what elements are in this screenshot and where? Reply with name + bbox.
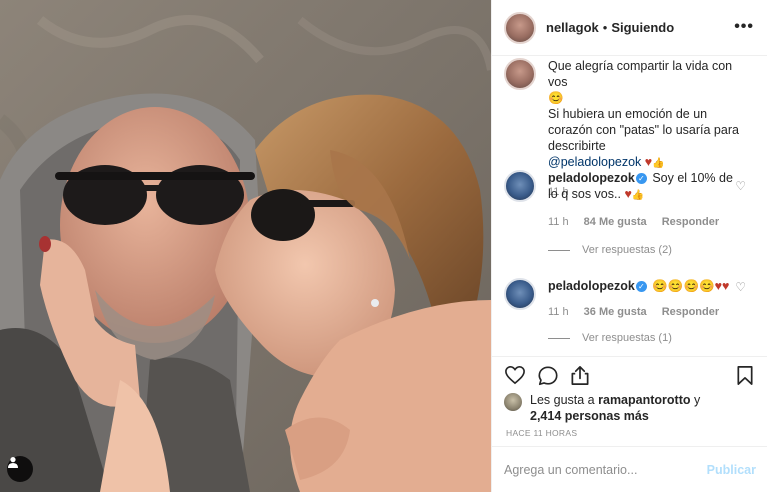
caption-line-1: Que alegría compartir la vida con vos bbox=[548, 59, 733, 89]
comment-2-view-replies-label[interactable]: Ver respuestas (1) bbox=[582, 332, 672, 344]
comment-1-avatar[interactable] bbox=[504, 170, 536, 202]
comment-1-heart-emoji: ♥ bbox=[624, 187, 632, 201]
liker-avatar[interactable] bbox=[504, 393, 522, 411]
user-tag-icon bbox=[8, 457, 18, 468]
publish-button[interactable]: Publicar bbox=[707, 463, 756, 477]
comment-1-thumbs-emoji: 👍 bbox=[631, 190, 645, 201]
bookmark-icon[interactable] bbox=[736, 365, 754, 386]
post-header: nellagok • Siguiendo ••• bbox=[492, 0, 767, 56]
comment-2-body: peladolopezok ✓ 😊😊😊😊♥♥ 11 h 36 Me gusta R… bbox=[548, 278, 738, 320]
more-options-icon[interactable]: ••• bbox=[734, 18, 754, 36]
separator-dot: • bbox=[602, 20, 608, 35]
replies-divider bbox=[548, 249, 570, 251]
likes-summary: Les gusta a ramapantorotto y 2,414 perso… bbox=[504, 392, 700, 424]
comment-1-body: peladolopezok ✓ Soy el 10% de lo q sos vo… bbox=[548, 170, 738, 230]
comment-1-reply-button[interactable]: Responder bbox=[662, 216, 719, 228]
likes-count[interactable]: 2,414 personas más bbox=[530, 409, 649, 423]
likes-connector: y bbox=[693, 393, 701, 407]
comment-2-meta: 11 h 36 Me gusta Responder bbox=[548, 304, 738, 320]
verified-badge-icon: ✓ bbox=[635, 281, 647, 292]
post-sidebar: nellagok • Siguiendo ••• Que alegría com… bbox=[491, 0, 767, 492]
post-timestamp: HACE 11 HORAS bbox=[506, 428, 578, 438]
comment-1-view-replies[interactable]: Ver respuestas (2) bbox=[548, 244, 672, 256]
comment-2-reply-button[interactable]: Responder bbox=[662, 306, 719, 318]
comment-2-heart-emoji: ♥♥ bbox=[714, 279, 730, 293]
comment-2-likes[interactable]: 36 Me gusta bbox=[584, 306, 647, 318]
comment-2-username[interactable]: peladolopezok bbox=[548, 279, 635, 293]
user-tag-button[interactable] bbox=[7, 456, 33, 482]
photo-illustration bbox=[0, 0, 491, 492]
caption-line-2: Si hubiera un emoción de un corazón con … bbox=[548, 107, 739, 153]
comment-input[interactable] bbox=[504, 462, 707, 477]
comment-icon[interactable] bbox=[537, 365, 559, 387]
likes-prefix: Les gusta a bbox=[530, 393, 595, 407]
caption-emoji-1: 😊 bbox=[548, 91, 564, 105]
post-photo[interactable] bbox=[0, 0, 491, 492]
comment-1-view-replies-label[interactable]: Ver respuestas (2) bbox=[582, 244, 672, 256]
likes-text: Les gusta a ramapantorotto y 2,414 perso… bbox=[530, 392, 700, 424]
author-avatar[interactable] bbox=[504, 11, 536, 44]
author-username[interactable]: nellagok bbox=[546, 20, 599, 35]
comment-1: peladolopezok ✓ Soy el 10% de lo q sos vo… bbox=[504, 170, 738, 230]
liker-username[interactable]: ramapantorotto bbox=[598, 393, 690, 407]
comment-1-meta: 11 h 84 Me gusta Responder bbox=[548, 214, 738, 230]
comment-1-username[interactable]: peladolopezok bbox=[548, 171, 635, 185]
comment-2-avatar[interactable] bbox=[504, 278, 536, 310]
comments-list[interactable]: Que alegría compartir la vida con vos 😊 … bbox=[492, 56, 767, 356]
follow-status-button[interactable]: Siguiendo bbox=[611, 20, 674, 35]
comment-1-likes[interactable]: 84 Me gusta bbox=[584, 216, 647, 228]
add-comment-bar: Publicar bbox=[492, 446, 767, 492]
comment-2-text: 😊😊😊😊 bbox=[652, 279, 715, 293]
replies-divider bbox=[548, 337, 570, 339]
comment-1-like-icon[interactable]: ♡ bbox=[735, 179, 746, 193]
comment-2: peladolopezok ✓ 😊😊😊😊♥♥ 11 h 36 Me gusta R… bbox=[504, 278, 738, 320]
caption-thumbs-emoji: 👍 bbox=[652, 158, 665, 169]
heart-icon[interactable] bbox=[504, 365, 526, 385]
comment-2-view-replies[interactable]: Ver respuestas (1) bbox=[548, 332, 672, 344]
share-icon[interactable] bbox=[570, 365, 590, 386]
comment-2-like-icon[interactable]: ♡ bbox=[735, 280, 746, 294]
comment-2-time: 11 h bbox=[548, 306, 569, 318]
caption-avatar[interactable] bbox=[504, 58, 536, 90]
action-bar bbox=[492, 356, 767, 394]
verified-badge-icon: ✓ bbox=[635, 173, 647, 184]
comment-1-time: 11 h bbox=[548, 216, 569, 228]
caption-mention-link[interactable]: @peladolopezok bbox=[548, 155, 641, 169]
